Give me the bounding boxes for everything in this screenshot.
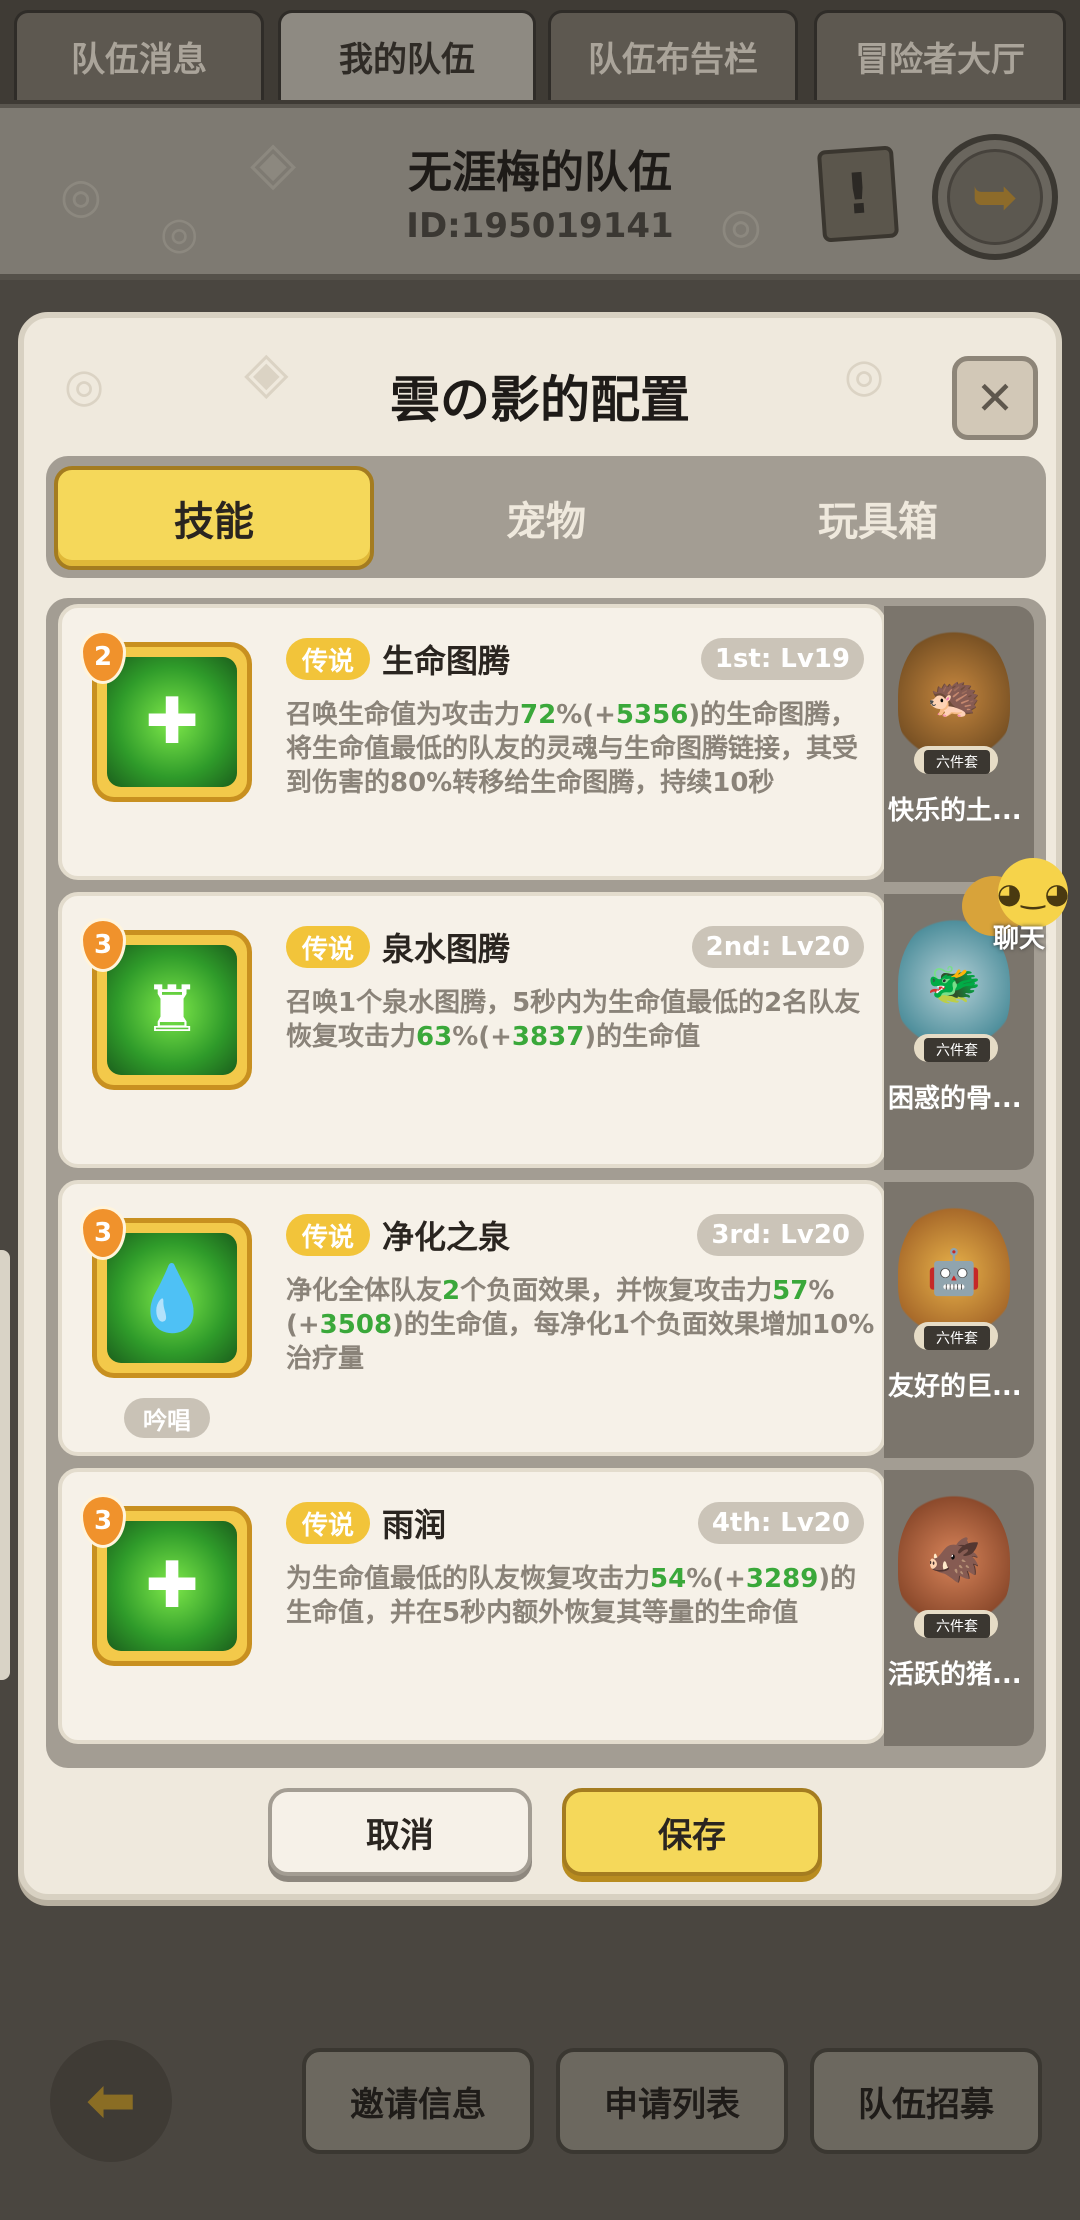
skill-description: 召唤生命值为攻击力72%(+5356)的生命图腾，将生命值最低的队友的灵魂与生命…: [286, 700, 859, 798]
invite-info-button[interactable]: 邀请信息: [302, 2048, 534, 2154]
close-button[interactable]: ✕: [952, 356, 1038, 440]
rarity-badge: 传说: [286, 926, 370, 968]
set-tag: 六件套: [924, 1326, 990, 1350]
skill-card[interactable]: ✚ 2 传说 生命图腾 1st: Lv19 召唤生命值为攻击力72%(+5356…: [58, 604, 886, 880]
save-button[interactable]: 保存: [562, 1788, 822, 1876]
totem-icon: ✚: [107, 657, 237, 787]
team-header: ◎ ◈ ◎ ◎ 无涯梅的队伍 ID:195019141 ! ➥: [0, 104, 1080, 280]
rarity-badge: 传说: [286, 1502, 370, 1544]
exit-arrow-icon: ➥: [947, 149, 1043, 245]
skill-card[interactable]: 💧 3 吟唱 传说 净化之泉 3rd: Lv20 净化全体队友2个负面效果，并恢…: [58, 1180, 886, 1456]
back-arrow-icon: ⬅: [85, 2066, 137, 2136]
chat-button[interactable]: ◕‿◕ 聊天: [958, 858, 1069, 968]
team-recruit-button[interactable]: 队伍招募: [810, 2048, 1042, 2154]
config-dialog: ◎ ◈ ◎ 雲の影的配置 ✕ 技能 宠物 玩具箱 ✚ 2 传说 生命图腾 1st…: [18, 312, 1062, 1900]
exit-team-button[interactable]: ➥: [932, 134, 1058, 260]
config-tab-bar: 技能 宠物 玩具箱: [46, 456, 1046, 578]
pet-slot[interactable]: 🐗 六件套 活跃的猪...: [884, 1470, 1034, 1746]
skill-description: 为生命值最低的队友恢复攻击力54%(+3289)的生命值，并在5秒内额外恢复其等…: [286, 1564, 857, 1628]
skill-card[interactable]: ✚ 3 传说 雨润 4th: Lv20 为生命值最低的队友恢复攻击力54%(+3…: [58, 1468, 886, 1744]
close-icon: ✕: [975, 371, 1015, 425]
set-tag: 六件套: [924, 750, 990, 774]
skill-name: 净化之泉: [382, 1218, 511, 1256]
top-tab-bar: 队伍消息 我的队伍 队伍布告栏 冒险者大厅: [0, 0, 1080, 104]
purify-spring-icon: 💧: [107, 1233, 237, 1363]
pet-name: 快乐的土...: [888, 796, 1022, 826]
pet-portrait-icon: 🦔: [898, 626, 1010, 766]
spring-totem-icon: ♜: [107, 945, 237, 1075]
tab-adventurer-hall[interactable]: 冒险者大厅: [814, 10, 1066, 100]
set-tag: 六件套: [924, 1614, 990, 1638]
tab-toybox[interactable]: 玩具箱: [718, 466, 1038, 570]
back-button[interactable]: ⬅: [50, 2040, 172, 2162]
team-name: 无涯梅的队伍: [408, 147, 672, 198]
pet-name: 活跃的猪...: [888, 1660, 1022, 1690]
skill-description: 净化全体队友2个负面效果，并恢复攻击力57%(+3508)的生命值，每净化1个负…: [286, 1276, 875, 1374]
rarity-badge: 传说: [286, 638, 370, 680]
tab-my-team[interactable]: 我的队伍: [278, 10, 536, 100]
skill-description: 召唤1个泉水图腾，5秒内为生命值最低的2名队友恢复攻击力63%(+3837)的生…: [286, 988, 861, 1052]
skill-name: 生命图腾: [382, 642, 511, 680]
tab-skills[interactable]: 技能: [54, 466, 374, 570]
rain-heal-icon: ✚: [107, 1521, 237, 1651]
set-tag: 六件套: [924, 1038, 990, 1062]
slot-level-tag: 4th: Lv20: [697, 1502, 864, 1544]
rarity-badge: 传说: [286, 1214, 370, 1256]
pet-slot[interactable]: 🦔 六件套 快乐的土...: [884, 606, 1034, 882]
slot-level-tag: 3rd: Lv20: [697, 1214, 864, 1256]
team-id: ID:195019141: [406, 206, 674, 246]
side-strip: [0, 1250, 10, 1680]
chat-label: 聊天: [992, 924, 1045, 954]
apply-list-button[interactable]: 申请列表: [556, 2048, 788, 2154]
pet-portrait-icon: 🐗: [898, 1490, 1010, 1630]
pet-name: 困惑的骨...: [888, 1084, 1022, 1114]
tab-pets[interactable]: 宠物: [386, 466, 706, 570]
slot-level-tag: 1st: Lv19: [700, 638, 864, 680]
skill-card[interactable]: ♜ 3 传说 泉水图腾 2nd: Lv20 召唤1个泉水图腾，5秒内为生命值最低…: [58, 892, 886, 1168]
pet-portrait-icon: 🤖: [898, 1202, 1010, 1342]
cancel-button[interactable]: 取消: [268, 1788, 532, 1876]
notice-scroll-icon[interactable]: !: [816, 145, 900, 243]
tab-team-messages[interactable]: 队伍消息: [14, 10, 264, 100]
pet-slot[interactable]: 🤖 六件套 友好的巨...: [884, 1182, 1034, 1458]
pet-name: 友好的巨...: [888, 1372, 1022, 1402]
skill-name: 雨润: [382, 1506, 447, 1544]
tab-team-board[interactable]: 队伍布告栏: [548, 10, 798, 100]
dialog-title: 雲の影的配置: [390, 371, 690, 429]
skill-name: 泉水图腾: [382, 930, 511, 968]
slot-level-tag: 2nd: Lv20: [691, 926, 864, 968]
chant-tag: 吟唱: [124, 1398, 210, 1438]
skill-list: ✚ 2 传说 生命图腾 1st: Lv19 召唤生命值为攻击力72%(+5356…: [46, 598, 1046, 1768]
